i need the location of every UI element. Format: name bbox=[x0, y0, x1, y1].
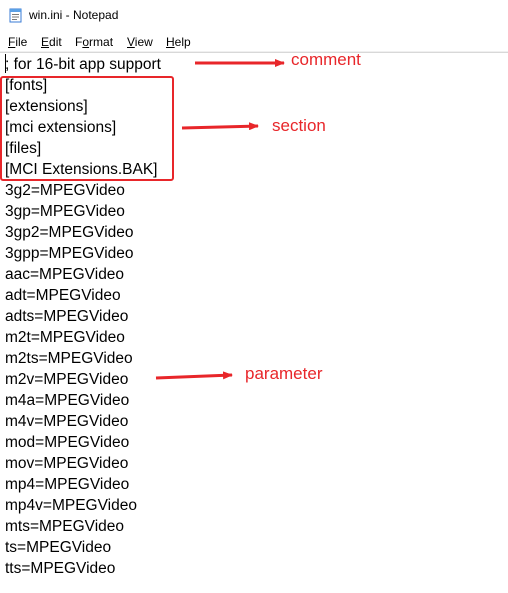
text-line: m2v=MPEGVideo bbox=[5, 371, 129, 388]
notepad-icon bbox=[9, 8, 22, 23]
text-line: 3gp2=MPEGVideo bbox=[5, 224, 134, 241]
text-line: mp4=MPEGVideo bbox=[5, 476, 130, 493]
text-line: m2ts=MPEGVideo bbox=[5, 350, 133, 367]
text-line: m4a=MPEGVideo bbox=[5, 392, 130, 409]
parameter-label: parameter bbox=[245, 364, 323, 383]
text-line: adt=MPEGVideo bbox=[5, 287, 121, 304]
menu-file[interactable]: File bbox=[8, 35, 27, 49]
window-title: win.ini - Notepad bbox=[29, 8, 119, 22]
menu-help[interactable]: Help bbox=[166, 35, 191, 49]
text-line: 3gpp=MPEGVideo bbox=[5, 245, 134, 262]
text-line: ts=MPEGVideo bbox=[5, 539, 112, 556]
text-line: m4v=MPEGVideo bbox=[5, 413, 129, 430]
menu-bar: File Edit Format View Help bbox=[0, 31, 508, 52]
section-label: section bbox=[272, 116, 326, 135]
text-line: mov=MPEGVideo bbox=[5, 455, 129, 472]
notepad-window: win.ini - Notepad File Edit Format View … bbox=[0, 0, 508, 593]
menu-format[interactable]: Format bbox=[75, 35, 113, 49]
text-line: 3gp=MPEGVideo bbox=[5, 203, 125, 220]
comment-label: comment bbox=[291, 50, 361, 69]
text-line: mp4v=MPEGVideo bbox=[5, 497, 137, 514]
text-line: 3g2=MPEGVideo bbox=[5, 182, 125, 199]
text-line: m2t=MPEGVideo bbox=[5, 329, 125, 346]
text-line: adts=MPEGVideo bbox=[5, 308, 129, 325]
text-line: ; for 16-bit app support bbox=[5, 56, 161, 73]
menu-view[interactable]: View bbox=[127, 35, 153, 49]
title-bar[interactable]: win.ini - Notepad bbox=[0, 0, 508, 31]
menu-edit[interactable]: Edit bbox=[41, 35, 62, 49]
text-line: aac=MPEGVideo bbox=[5, 266, 125, 283]
text-line: mod=MPEGVideo bbox=[5, 434, 130, 451]
text-line: tts=MPEGVideo bbox=[5, 560, 116, 577]
section-highlight-box bbox=[0, 76, 174, 181]
text-caret bbox=[5, 54, 6, 73]
text-line: mts=MPEGVideo bbox=[5, 518, 125, 535]
text-editor[interactable]: ; for 16-bit app support [fonts] [extens… bbox=[0, 52, 508, 593]
